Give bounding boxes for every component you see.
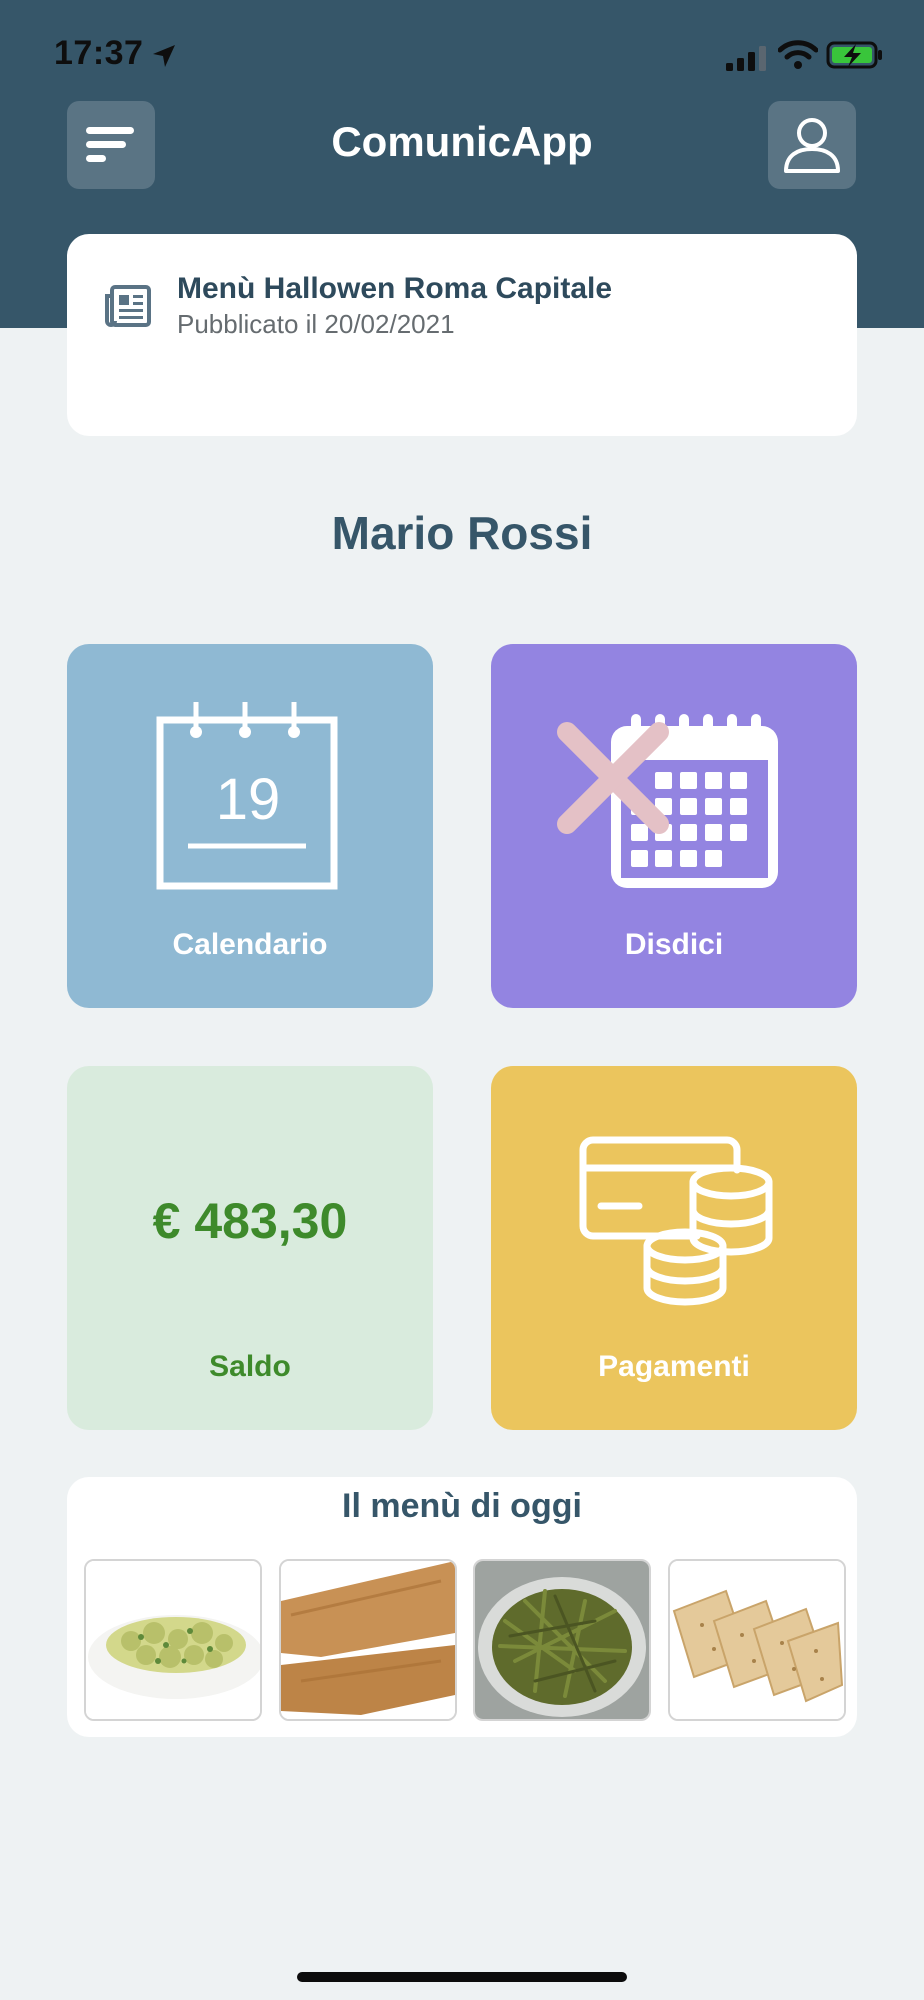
status-time: 17:37 bbox=[54, 34, 144, 72]
balance-label: Saldo bbox=[209, 1350, 291, 1383]
calendar-day-number: 19 bbox=[215, 767, 281, 832]
location-arrow-icon bbox=[153, 45, 175, 67]
news-card[interactable]: Menù Hallowen Roma Capitale Pubblicato i… bbox=[67, 234, 857, 436]
fish-fillet-picture bbox=[281, 1561, 455, 1719]
wifi-icon bbox=[778, 40, 818, 69]
cancel-x-icon bbox=[557, 722, 669, 834]
news-title: Menù Hallowen Roma Capitale bbox=[177, 272, 613, 305]
cancel-label: Disdici bbox=[624, 928, 724, 961]
payment-card-coins-icon bbox=[579, 1136, 773, 1306]
orecchiette-pasta-picture bbox=[86, 1561, 260, 1719]
daily-menu-title: Il menù di oggi bbox=[342, 1487, 582, 1525]
green-beans-picture bbox=[475, 1561, 649, 1719]
balance-tile[interactable]: € 483,30 Saldo bbox=[67, 1066, 433, 1430]
battery-charging-icon bbox=[826, 41, 882, 69]
user-name: Mario Rossi bbox=[331, 507, 593, 559]
newspaper-icon bbox=[105, 285, 151, 327]
payments-label: Pagamenti bbox=[598, 1350, 750, 1383]
home-indicator[interactable] bbox=[297, 1972, 627, 1982]
news-date: Pubblicato il 20/02/2021 bbox=[177, 309, 455, 339]
calendar-tile[interactable]: 19 Calendario bbox=[67, 644, 433, 1008]
balance-amount: € 483,30 bbox=[152, 1193, 348, 1249]
green-beans-image[interactable] bbox=[473, 1559, 651, 1721]
user-profile-icon bbox=[784, 118, 840, 173]
crackers-image[interactable] bbox=[668, 1559, 846, 1721]
cancel-tile[interactable]: Disdici bbox=[491, 644, 857, 1008]
profile-button[interactable] bbox=[768, 101, 856, 189]
orecchiette-pasta-image[interactable] bbox=[84, 1559, 262, 1721]
calendar-label: Calendario bbox=[172, 928, 328, 961]
payments-tile[interactable]: Pagamenti bbox=[491, 1066, 857, 1430]
crackers-picture bbox=[670, 1561, 844, 1719]
fish-fillet-image[interactable] bbox=[279, 1559, 457, 1721]
cellular-signal-icon bbox=[726, 46, 766, 71]
daily-menu-card: Il menù di oggi bbox=[67, 1477, 857, 1737]
